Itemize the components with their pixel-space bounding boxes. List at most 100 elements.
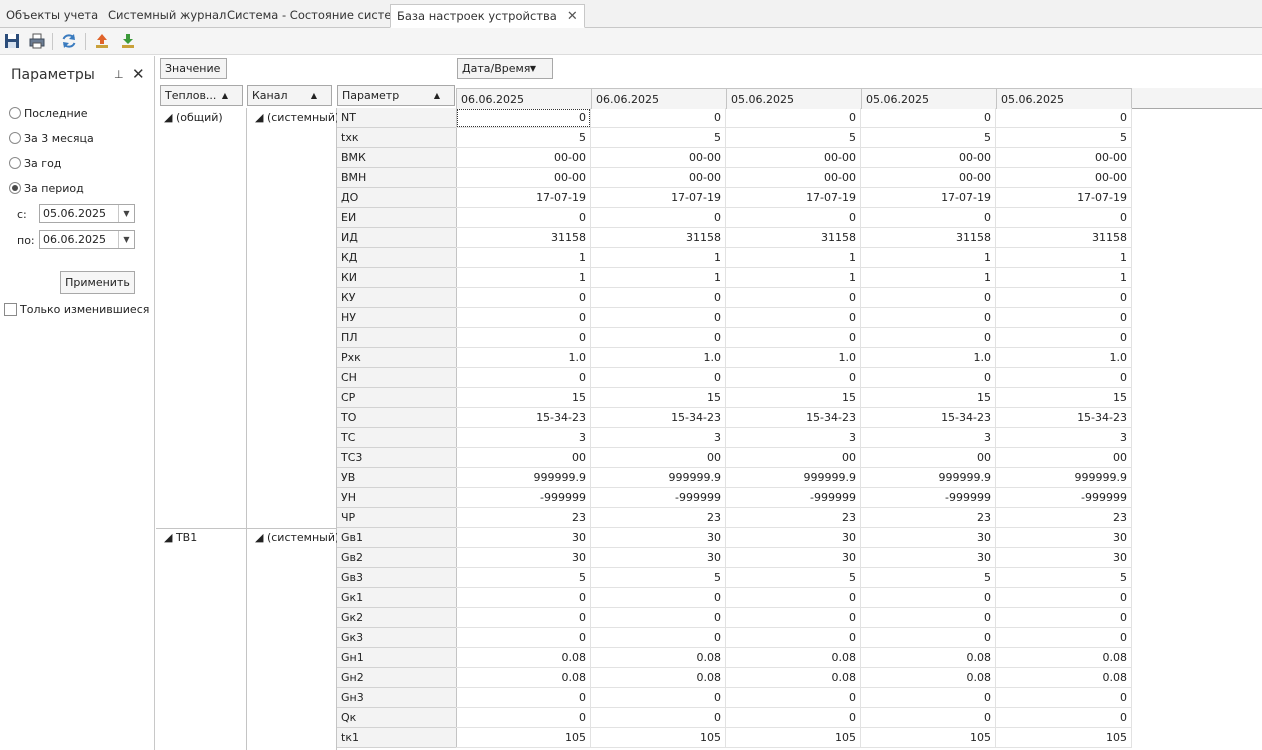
value-cell[interactable]: 0 (726, 588, 861, 608)
value-cell[interactable]: 0.08 (591, 648, 726, 668)
pin-icon[interactable]: ⊥ (114, 68, 124, 81)
value-cell[interactable]: 3 (456, 428, 591, 448)
value-cell[interactable]: 0 (456, 688, 591, 708)
value-cell[interactable]: 5 (456, 568, 591, 588)
channel-group-label[interactable]: ◢ (системный) (255, 111, 339, 124)
column-header[interactable]: 05.06.2025 (996, 88, 1132, 109)
radio-latest[interactable]: Последние (9, 106, 88, 122)
value-cell[interactable]: 0 (996, 688, 1132, 708)
value-cell[interactable]: 105 (726, 728, 861, 748)
tab-device-settings[interactable]: База настроек устройства ✕ (390, 4, 585, 28)
data-field-button[interactable]: Значение (160, 58, 227, 79)
value-cell[interactable]: 1.0 (591, 348, 726, 368)
value-cell[interactable]: 0.08 (456, 648, 591, 668)
value-cell[interactable]: 0.08 (996, 648, 1132, 668)
row-field-heat-button[interactable]: Теплов... ▲ (160, 85, 243, 106)
value-cell[interactable]: 0 (996, 588, 1132, 608)
value-cell[interactable]: 00-00 (996, 168, 1132, 188)
tab-system-state[interactable]: Система - Состояние системы (221, 3, 415, 28)
value-cell[interactable]: 0 (456, 628, 591, 648)
value-cell[interactable]: 23 (996, 508, 1132, 528)
value-cell[interactable]: 0 (456, 588, 591, 608)
value-cell[interactable]: 23 (726, 508, 861, 528)
import-icon[interactable] (119, 32, 137, 50)
value-cell[interactable]: 0 (591, 628, 726, 648)
value-cell[interactable]: 30 (591, 528, 726, 548)
value-cell[interactable]: 105 (996, 728, 1132, 748)
value-cell[interactable]: 0.08 (861, 668, 996, 688)
value-cell[interactable]: 0 (996, 208, 1132, 228)
value-cell[interactable]: 0 (591, 328, 726, 348)
value-cell[interactable]: 31158 (996, 228, 1132, 248)
value-cell[interactable]: 30 (861, 528, 996, 548)
value-cell[interactable]: 0.08 (996, 668, 1132, 688)
value-cell[interactable]: 999999.9 (726, 468, 861, 488)
value-cell[interactable]: 0 (591, 208, 726, 228)
heat-group-label[interactable]: ◢ (общий) (164, 111, 223, 124)
value-cell[interactable]: -999999 (861, 488, 996, 508)
value-cell[interactable]: 105 (591, 728, 726, 748)
value-cell[interactable]: 0 (726, 628, 861, 648)
value-cell[interactable]: 0 (996, 328, 1132, 348)
value-cell[interactable]: 3 (861, 428, 996, 448)
radio-3-months[interactable]: За 3 месяца (9, 131, 94, 147)
value-cell[interactable]: 31158 (726, 228, 861, 248)
value-cell[interactable]: 00-00 (726, 168, 861, 188)
chevron-down-icon[interactable]: ▼ (118, 205, 134, 222)
apply-button[interactable]: Применить (60, 271, 135, 294)
value-cell[interactable]: 0 (591, 688, 726, 708)
value-cell[interactable]: 5 (996, 568, 1132, 588)
value-cell[interactable]: 00-00 (591, 168, 726, 188)
close-panel-icon[interactable]: ✕ (132, 65, 145, 83)
value-cell[interactable]: 0 (456, 608, 591, 628)
value-cell[interactable]: 15 (456, 388, 591, 408)
value-cell[interactable]: 0 (861, 688, 996, 708)
radio-period[interactable]: За период (9, 181, 84, 197)
value-cell[interactable]: 00-00 (996, 148, 1132, 168)
value-cell[interactable]: 31158 (591, 228, 726, 248)
column-header[interactable]: 05.06.2025 (861, 88, 996, 109)
value-cell[interactable]: 5 (456, 128, 591, 148)
column-header[interactable]: 06.06.2025 (456, 88, 591, 109)
value-cell[interactable]: 17-07-19 (456, 188, 591, 208)
value-cell[interactable]: 5 (726, 128, 861, 148)
value-cell[interactable]: 1 (591, 268, 726, 288)
value-cell[interactable]: 23 (456, 508, 591, 528)
value-cell[interactable]: 15-34-23 (861, 408, 996, 428)
value-cell[interactable]: 999999.9 (996, 468, 1132, 488)
value-cell[interactable]: 17-07-19 (726, 188, 861, 208)
value-cell[interactable]: 0 (456, 328, 591, 348)
print-icon[interactable] (28, 32, 46, 50)
value-cell[interactable]: 0 (996, 708, 1132, 728)
tab-metering-objects[interactable]: Объекты учета (0, 3, 104, 28)
value-cell[interactable]: 0 (726, 328, 861, 348)
value-cell[interactable]: 30 (996, 548, 1132, 568)
value-cell[interactable]: 15-34-23 (996, 408, 1132, 428)
value-cell[interactable]: 15 (996, 388, 1132, 408)
value-cell[interactable]: 0 (456, 288, 591, 308)
value-cell[interactable]: 30 (726, 528, 861, 548)
value-cell[interactable]: 23 (591, 508, 726, 528)
heat-group-label[interactable]: ◢ ТВ1 (164, 531, 197, 544)
value-cell[interactable]: 00 (591, 448, 726, 468)
value-cell[interactable]: 999999.9 (861, 468, 996, 488)
value-cell[interactable]: 0 (996, 368, 1132, 388)
value-cell[interactable]: 00 (456, 448, 591, 468)
value-cell[interactable]: 0 (591, 368, 726, 388)
value-cell[interactable]: 1 (996, 248, 1132, 268)
value-cell[interactable]: 30 (456, 548, 591, 568)
value-cell[interactable]: 1.0 (456, 348, 591, 368)
value-cell[interactable]: 0 (456, 368, 591, 388)
value-cell[interactable]: 0 (996, 308, 1132, 328)
value-cell[interactable]: 1 (726, 268, 861, 288)
value-cell[interactable]: 15-34-23 (726, 408, 861, 428)
row-field-param-button[interactable]: Параметр ▲ (337, 85, 455, 106)
value-cell[interactable]: 1.0 (996, 348, 1132, 368)
column-field-button[interactable]: Дата/Время ▼ (457, 58, 553, 79)
value-cell[interactable]: 0 (591, 308, 726, 328)
value-cell[interactable]: 1 (726, 248, 861, 268)
value-cell[interactable]: 1 (456, 248, 591, 268)
value-cell[interactable]: 23 (861, 508, 996, 528)
value-cell[interactable]: -999999 (456, 488, 591, 508)
value-cell[interactable]: 5 (591, 568, 726, 588)
